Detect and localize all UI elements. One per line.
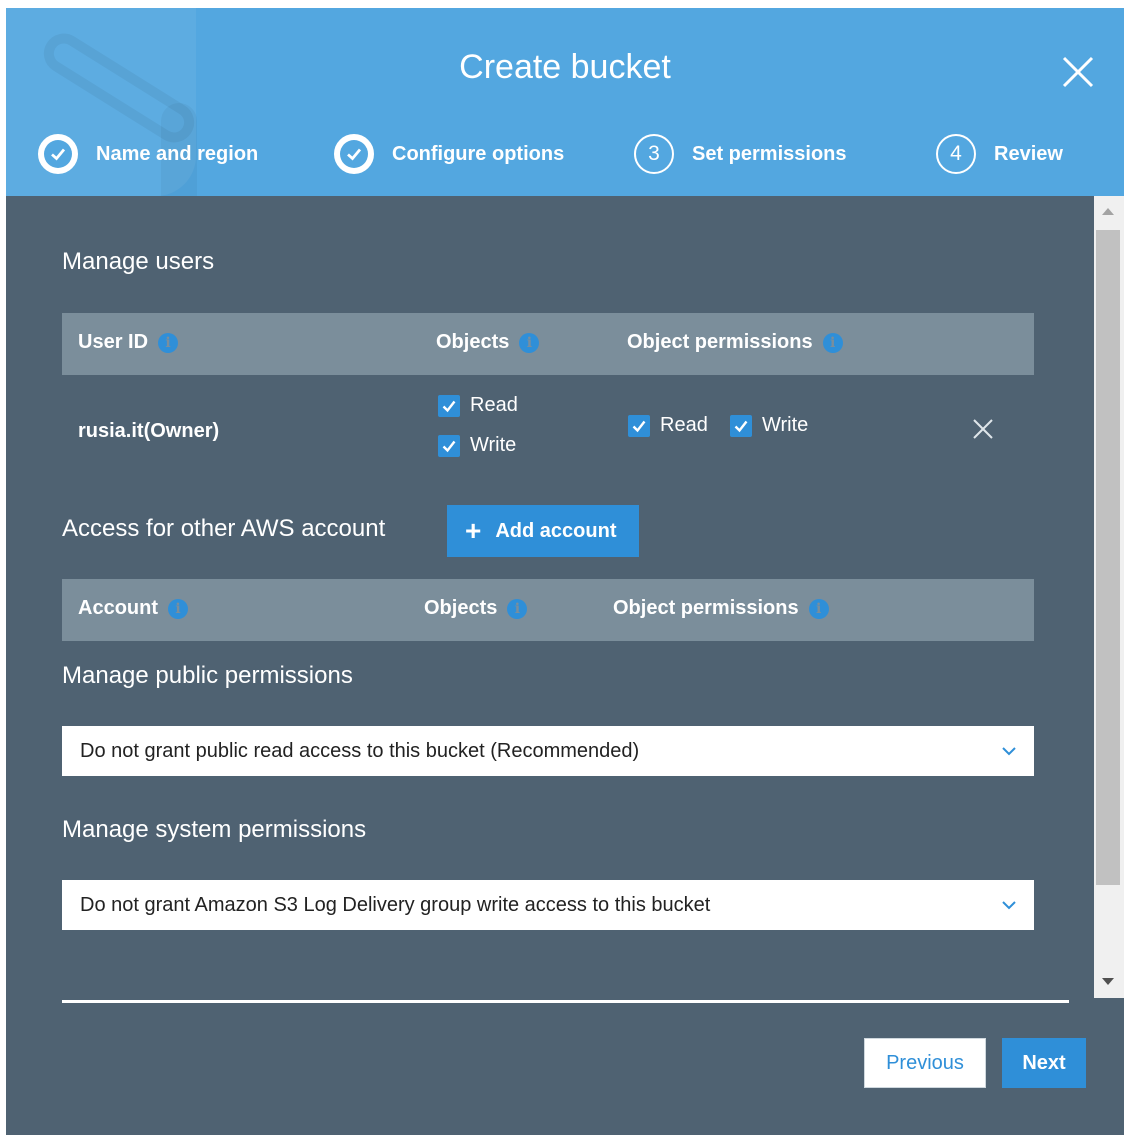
create-bucket-dialog: Create bucket Name and region Configure … xyxy=(6,8,1124,1135)
info-icon[interactable]: i xyxy=(158,332,179,353)
scroll-down-arrow-icon[interactable] xyxy=(1102,978,1114,985)
wizard-steps: Name and region Configure options 3 Set … xyxy=(6,132,1124,176)
accounts-table-header: Account i Objects i Object permissions i xyxy=(62,579,1034,641)
next-button[interactable]: Next xyxy=(1002,1038,1086,1088)
system-permissions-heading: Manage system permissions xyxy=(62,816,367,843)
scrollbar-thumb[interactable] xyxy=(1096,230,1120,885)
checkbox-checked-icon xyxy=(438,394,460,417)
close-icon xyxy=(1062,56,1094,88)
chevron-down-icon xyxy=(1002,901,1016,910)
info-icon[interactable]: i xyxy=(808,598,829,619)
public-permissions-select[interactable]: Do not grant public read access to this … xyxy=(62,726,1034,776)
step-label: Configure options xyxy=(392,142,565,165)
permissions-read-checkbox[interactable]: Read xyxy=(628,414,708,437)
step-label: Name and region xyxy=(96,142,259,165)
check-icon xyxy=(347,148,362,161)
objects-write-checkbox[interactable]: Write xyxy=(438,434,516,457)
scroll-up-arrow-icon[interactable] xyxy=(1102,208,1114,215)
info-icon[interactable]: i xyxy=(519,332,540,353)
info-icon[interactable]: i xyxy=(168,598,188,619)
step-review[interactable]: 4 Review xyxy=(936,132,1063,176)
column-header-object-permissions: Object permissions i xyxy=(613,597,829,620)
check-icon xyxy=(51,148,66,161)
step-number-circle: 4 xyxy=(936,134,976,174)
info-icon[interactable]: i xyxy=(822,332,843,353)
column-header-objects: Objects i xyxy=(436,331,540,354)
step-set-permissions[interactable]: 3 Set permissions xyxy=(634,132,847,176)
previous-button[interactable]: Previous xyxy=(864,1038,986,1088)
close-icon xyxy=(973,419,993,439)
step-complete-circle xyxy=(334,134,374,174)
remove-user-button[interactable] xyxy=(968,414,998,444)
footer-divider xyxy=(62,1000,1069,1003)
checkbox-checked-icon xyxy=(438,434,460,457)
other-accounts-heading: Access for other AWS account xyxy=(62,515,386,542)
objects-read-checkbox[interactable]: Read xyxy=(438,394,518,417)
user-id-cell: rusia.it(Owner) xyxy=(78,420,220,442)
users-table-header: User ID i Objects i Object permissions i xyxy=(62,313,1034,375)
column-header-objects: Objects i xyxy=(424,597,528,620)
step-number-circle: 3 xyxy=(634,134,674,174)
manage-users-heading: Manage users xyxy=(62,248,215,275)
step-complete-circle xyxy=(38,134,78,174)
plus-icon: + xyxy=(465,515,482,546)
step-label: Review xyxy=(994,142,1063,165)
dialog-header: Create bucket Name and region Configure … xyxy=(6,8,1124,196)
column-header-object-permissions: Object permissions i xyxy=(627,331,843,354)
close-button[interactable] xyxy=(1058,52,1098,92)
permissions-write-checkbox[interactable]: Write xyxy=(730,414,808,437)
dialog-title: Create bucket xyxy=(459,48,671,86)
system-permissions-select[interactable]: Do not grant Amazon S3 Log Delivery grou… xyxy=(62,880,1034,930)
vertical-scrollbar[interactable] xyxy=(1094,196,1124,998)
public-permissions-heading: Manage public permissions xyxy=(62,662,353,689)
checkbox-checked-icon xyxy=(628,414,650,437)
column-header-user-id: User ID i xyxy=(78,331,179,354)
step-label: Set permissions xyxy=(692,142,847,165)
step-configure-options[interactable]: Configure options xyxy=(334,132,564,176)
chevron-down-icon xyxy=(1002,747,1016,756)
add-account-button[interactable]: + Add account xyxy=(447,505,639,557)
info-icon[interactable]: i xyxy=(507,598,528,619)
checkbox-checked-icon xyxy=(730,414,752,437)
column-header-account: Account i xyxy=(78,597,188,620)
step-name-and-region[interactable]: Name and region xyxy=(38,132,258,176)
